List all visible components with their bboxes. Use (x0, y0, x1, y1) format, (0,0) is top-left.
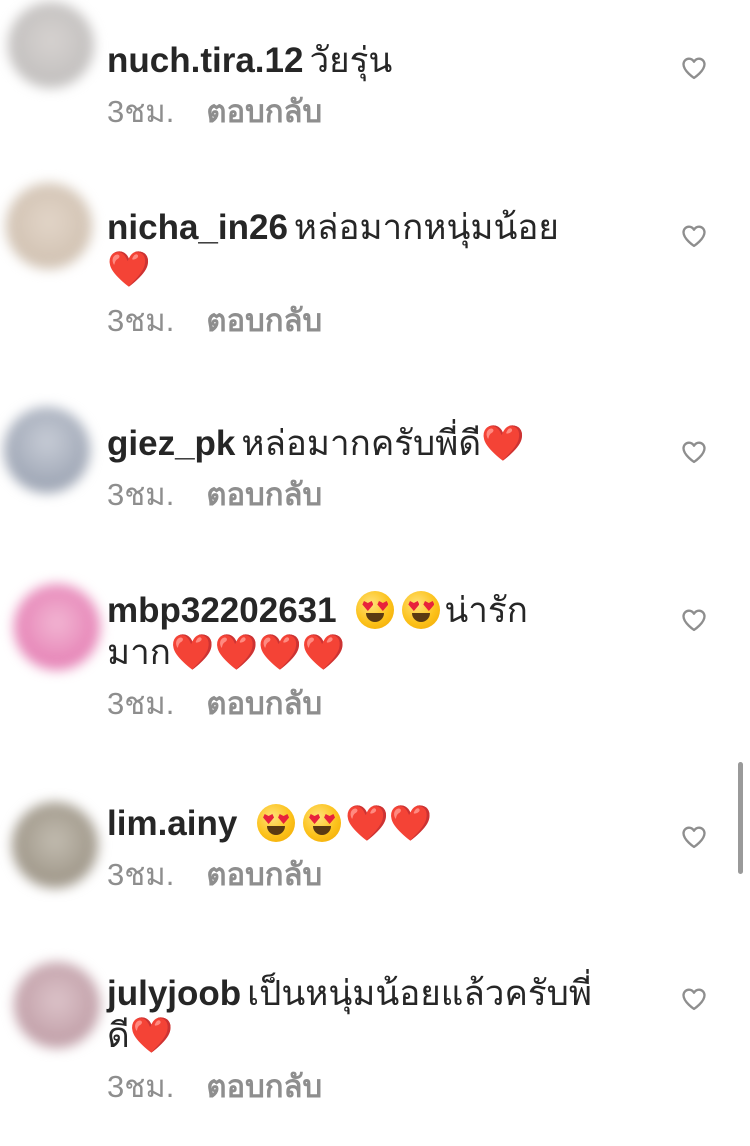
heart-eyes-emoji (402, 591, 441, 629)
heart-outline-icon[interactable] (680, 222, 708, 250)
avatar[interactable] (12, 802, 98, 888)
avatar[interactable] (8, 2, 94, 88)
comment-time: 3ชม. (107, 857, 175, 892)
comment-body: mbp32202631 น่ารัก มาก❤️❤️❤️❤️ 3ชม. ตอบกล… (107, 590, 667, 724)
comment-text: mbp32202631 น่ารัก มาก❤️❤️❤️❤️ (107, 590, 667, 674)
comment-meta: 3ชม. ตอบกลับ (107, 1067, 667, 1107)
red-heart-emoji: ❤️ (301, 633, 346, 673)
comment-meta: 3ชม. ตอบกลับ (107, 855, 667, 895)
heart-outline-icon[interactable] (680, 54, 708, 82)
red-heart-emoji: ❤️ (258, 633, 302, 673)
comment-body: nuch.tira.12 วัยรุ่น 3ชม. ตอบกลับ (107, 40, 667, 132)
red-heart-emoji: ❤️ (170, 633, 215, 673)
comment-time: 3ชม. (107, 686, 175, 721)
comment-meta: 3ชม. ตอบกลับ (107, 92, 667, 132)
comment-meta: 3ชม. ตอบกลับ (107, 301, 667, 341)
heart-eyes-emoji (303, 804, 342, 842)
comment-body: nicha_in26 หล่อมากหนุ่มน้อย ❤️ 3ชม. ตอบกลั… (107, 207, 667, 341)
comment-message: หล่อมากครับพี่ดี (241, 424, 482, 463)
comment-meta: 3ชม. ตอบกลับ (107, 684, 667, 724)
scrollbar[interactable] (738, 762, 743, 874)
comment-body: giez_pk หล่อมากครับพี่ดี❤️ 3ชม. ตอบกลับ (107, 423, 667, 515)
comment-text: nuch.tira.12 วัยรุ่น (107, 40, 667, 82)
comment-username[interactable]: lim.ainy (107, 804, 237, 843)
comment-time: 3ชม. (107, 477, 175, 512)
comment-message-cont: มาก (107, 633, 171, 672)
comment-message-cont: ดี (107, 1016, 130, 1055)
red-heart-emoji: ❤️ (129, 1016, 174, 1056)
comment-meta: 3ชม. ตอบกลับ (107, 475, 667, 515)
comment-text: lim.ainy ❤️❤️ (107, 803, 667, 845)
comment-time: 3ชม. (107, 1069, 175, 1104)
comment-time: 3ชม. (107, 94, 175, 129)
heart-outline-icon[interactable] (680, 985, 708, 1013)
comment-body: julyjoob เป็นหนุ่มน้อยแล้วครับพี่ ดี❤️ 3ช… (107, 973, 667, 1107)
reply-button[interactable]: ตอบกลับ (206, 855, 322, 895)
comment-text: julyjoob เป็นหนุ่มน้อยแล้วครับพี่ ดี❤️ (107, 973, 667, 1057)
comment-username[interactable]: mbp32202631 (107, 591, 337, 630)
comment-message: วัยรุ่น (309, 41, 393, 80)
red-heart-emoji: ❤️ (481, 424, 525, 464)
reply-button[interactable]: ตอบกลับ (206, 684, 322, 724)
comment-message: เป็นหนุ่มน้อยแล้วครับพี่ (247, 974, 592, 1013)
comment-body: lim.ainy ❤️❤️ 3ชม. ตอบกลับ (107, 803, 667, 895)
avatar[interactable] (14, 584, 100, 670)
comment-message: หล่อมากหนุ่มน้อย (293, 208, 559, 247)
comment-message: น่ารัก (444, 591, 528, 630)
reply-button[interactable]: ตอบกลับ (206, 475, 322, 515)
avatar[interactable] (4, 407, 90, 493)
comment-username[interactable]: julyjoob (107, 974, 241, 1013)
heart-outline-icon[interactable] (680, 606, 708, 634)
heart-eyes-emoji (257, 804, 296, 842)
comment-text: nicha_in26 หล่อมากหนุ่มน้อย ❤️ (107, 207, 667, 291)
heart-eyes-emoji (356, 591, 395, 629)
comment-text: giez_pk หล่อมากครับพี่ดี❤️ (107, 423, 667, 465)
red-heart-emoji: ❤️ (107, 250, 151, 290)
heart-outline-icon[interactable] (680, 438, 708, 466)
comment-username[interactable]: nicha_in26 (107, 208, 288, 247)
comment-time: 3ชม. (107, 303, 175, 338)
avatar[interactable] (14, 962, 100, 1048)
avatar[interactable] (6, 183, 92, 269)
reply-button[interactable]: ตอบกลับ (206, 1067, 322, 1107)
heart-outline-icon[interactable] (680, 823, 708, 851)
red-heart-emoji: ❤️ (214, 633, 259, 673)
red-heart-emoji: ❤️ (345, 804, 389, 844)
comment-username[interactable]: giez_pk (107, 424, 235, 463)
red-heart-emoji: ❤️ (388, 804, 433, 844)
comment-username[interactable]: nuch.tira.12 (107, 41, 303, 80)
reply-button[interactable]: ตอบกลับ (206, 301, 322, 341)
reply-button[interactable]: ตอบกลับ (206, 92, 322, 132)
